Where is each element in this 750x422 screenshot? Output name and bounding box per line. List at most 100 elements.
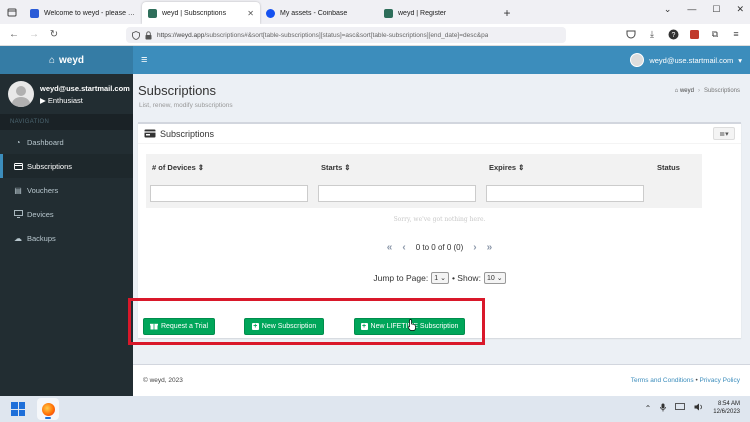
weyd-favicon-icon	[148, 8, 157, 18]
firefox-taskbar-button[interactable]	[37, 398, 59, 420]
privacy-link[interactable]: Privacy Policy	[700, 377, 740, 384]
caret-down-icon: ▾	[725, 130, 729, 138]
page-size-value: 10	[486, 274, 495, 282]
chevron-up-icon[interactable]: ⌃	[645, 404, 652, 413]
sidebar-item-label: Vouchers	[27, 185, 59, 195]
starts-filter-input[interactable]	[318, 185, 476, 202]
nav-header: NAVIGATION	[0, 114, 133, 130]
url-text: https://weyd.app/subscriptions#&sort[tab…	[157, 32, 488, 39]
previous-page-icon[interactable]: ‹	[402, 242, 405, 253]
column-header-label: Starts	[321, 162, 343, 172]
lock-icon	[145, 30, 152, 39]
user-panel: weyd@use.startmail.com ▶ Enthusiast	[0, 74, 133, 114]
terms-link[interactable]: Terms and Conditions	[631, 377, 694, 384]
extensions-puzzle-icon[interactable]: ⧉	[709, 28, 721, 40]
sort-icon: ⇕	[518, 162, 525, 172]
column-header-expires[interactable]: Expires ⇕	[489, 163, 524, 172]
browser-tab-coinbase[interactable]: My assets - Coinbase	[260, 2, 378, 24]
sidebar-toggle-icon[interactable]: ≡	[141, 54, 147, 66]
chevron-down-icon[interactable]: ⌄	[664, 4, 672, 15]
sidebar-item-vouchers[interactable]: ▤ Vouchers	[0, 178, 133, 202]
credit-card-icon	[13, 161, 23, 171]
sidebar-item-dashboard[interactable]: ◔ Dashboard	[0, 130, 133, 154]
page-subtitle: List, renew, modify subscriptions	[139, 102, 233, 109]
caret-down-icon: ▾	[738, 55, 742, 65]
breadcrumb-home-label: weyd	[679, 88, 694, 94]
close-tab-icon[interactable]: ✕	[247, 9, 254, 18]
brand-logo[interactable]: ⌂ weyd	[0, 46, 133, 74]
column-header-starts[interactable]: Starts ⇕	[321, 163, 351, 172]
sidebar-item-subscriptions[interactable]: Subscriptions	[0, 154, 133, 178]
browser-nav-bar: ← → ↻ https://weyd.app/subscriptions#&so…	[0, 24, 750, 46]
network-icon[interactable]	[675, 403, 686, 413]
breadcrumb: ⌂ weyd › Subscriptions	[675, 88, 740, 94]
sidebar-item-label: Dashboard	[27, 137, 64, 147]
next-page-icon[interactable]: ›	[473, 242, 476, 253]
tab-label: My assets - Coinbase	[280, 9, 348, 17]
table-options-button[interactable]: ≣ ▾	[713, 127, 735, 140]
sidebar-item-backups[interactable]: ☁ Backups	[0, 226, 133, 250]
sidebar: weyd@use.startmail.com ▶ Enthusiast NAVI…	[0, 74, 133, 396]
microphone-icon[interactable]	[660, 403, 667, 414]
column-header-status[interactable]: Status	[657, 163, 680, 172]
tab-overview-icon[interactable]	[0, 0, 24, 24]
maximize-icon[interactable]: ☐	[712, 4, 720, 15]
pager-text: 0 to 0 of 0 (0)	[415, 243, 464, 252]
first-page-icon[interactable]: «	[387, 242, 393, 253]
sort-icon: ⇕	[344, 162, 351, 172]
os-taskbar: ⌃ 8:54 AM 12/6/2023	[0, 396, 750, 422]
page-select[interactable]: 1 ⌄	[431, 272, 449, 284]
user-email: weyd@use.startmail.com	[649, 55, 734, 65]
page-select-value: 1	[434, 274, 439, 282]
minimize-icon[interactable]: —	[687, 4, 696, 15]
mail-favicon-icon	[30, 8, 39, 18]
show-label: • Show:	[451, 273, 481, 283]
content-header: Subscriptions List, renew, modify subscr…	[133, 74, 750, 120]
reload-icon[interactable]: ↻	[44, 29, 64, 40]
column-header-label: Status	[657, 162, 680, 172]
box-title: Subscriptions	[144, 129, 214, 139]
url-path: /subscriptions#&sort[table-subscriptions…	[204, 31, 489, 39]
address-bar[interactable]: https://weyd.app/subscriptions#&sort[tab…	[126, 27, 566, 43]
pocket-icon[interactable]	[625, 28, 637, 40]
clock-date: 12/6/2023	[713, 409, 740, 415]
devices-filter-input[interactable]	[150, 185, 308, 202]
sidebar-item-label: Backups	[27, 233, 56, 243]
browser-tab-subscriptions[interactable]: weyd | Subscriptions ✕	[142, 2, 260, 24]
expires-filter-input[interactable]	[486, 185, 644, 202]
browser-tab-register[interactable]: weyd | Register	[378, 2, 496, 24]
firefox-icon	[41, 402, 55, 416]
cloud-icon: ☁	[14, 233, 22, 243]
forward-arrow-icon[interactable]: →	[24, 29, 44, 40]
last-page-icon[interactable]: »	[487, 242, 493, 253]
clock[interactable]: 8:54 AM 12/6/2023	[713, 400, 740, 416]
close-window-icon[interactable]: ✕	[736, 4, 744, 15]
browser-toolbar: ⤓ ? ⧉ ≡	[625, 28, 742, 40]
empty-message: Sorry, we've got nothing here.	[393, 216, 486, 223]
table-header-row: # of Devices ⇕ Starts ⇕ Expires ⇕ Status	[146, 154, 702, 180]
hand-cursor-icon	[408, 319, 416, 331]
breadcrumb-separator: ›	[697, 88, 700, 94]
sidebar-item-devices[interactable]: Devices	[0, 202, 133, 226]
windows-start-icon[interactable]	[11, 402, 25, 416]
breadcrumb-home[interactable]: ⌂ weyd	[675, 88, 694, 94]
top-navbar: ≡ weyd@use.startmail.com ▾	[133, 46, 750, 74]
page-size-select[interactable]: 10 ⌄	[483, 272, 506, 284]
column-header-label: Expires	[489, 162, 517, 172]
voucher-icon: ▤	[14, 185, 22, 195]
column-header-devices[interactable]: # of Devices ⇕	[152, 163, 204, 172]
account-icon[interactable]: ?	[667, 28, 679, 40]
menu-icon[interactable]: ≡	[730, 28, 742, 40]
weyd-favicon-icon	[384, 8, 393, 18]
page-title: Subscriptions	[138, 83, 217, 98]
tab-label: weyd | Subscriptions	[162, 9, 227, 17]
browser-tab-welcome[interactable]: Welcome to weyd - please veri	[24, 2, 142, 24]
user-menu[interactable]: weyd@use.startmail.com ▾	[630, 53, 742, 67]
filter-row	[146, 180, 702, 208]
back-arrow-icon[interactable]: ←	[4, 29, 24, 40]
new-tab-button[interactable]: +	[496, 2, 518, 24]
download-icon[interactable]: ⤓	[646, 28, 658, 40]
extension-badge-icon[interactable]	[688, 28, 700, 40]
volume-icon[interactable]	[694, 403, 704, 413]
clock-time: 8:54 AM	[717, 401, 740, 407]
